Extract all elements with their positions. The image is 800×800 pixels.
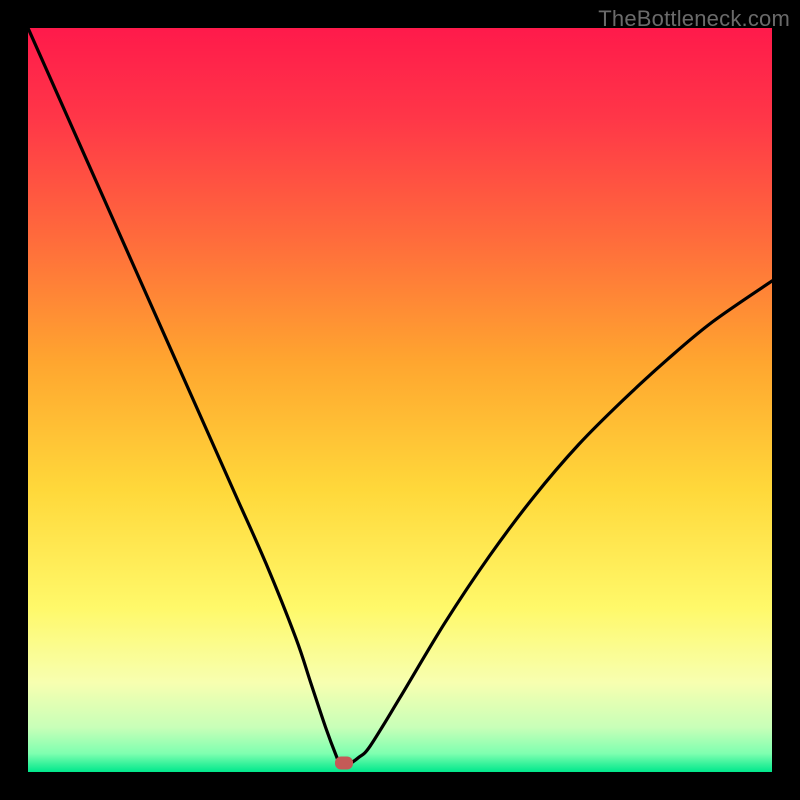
bottleneck-curve <box>28 28 772 772</box>
plot-area <box>28 28 772 772</box>
optimal-point-marker <box>335 757 353 770</box>
chart-frame: TheBottleneck.com <box>0 0 800 800</box>
watermark-text: TheBottleneck.com <box>598 6 790 32</box>
